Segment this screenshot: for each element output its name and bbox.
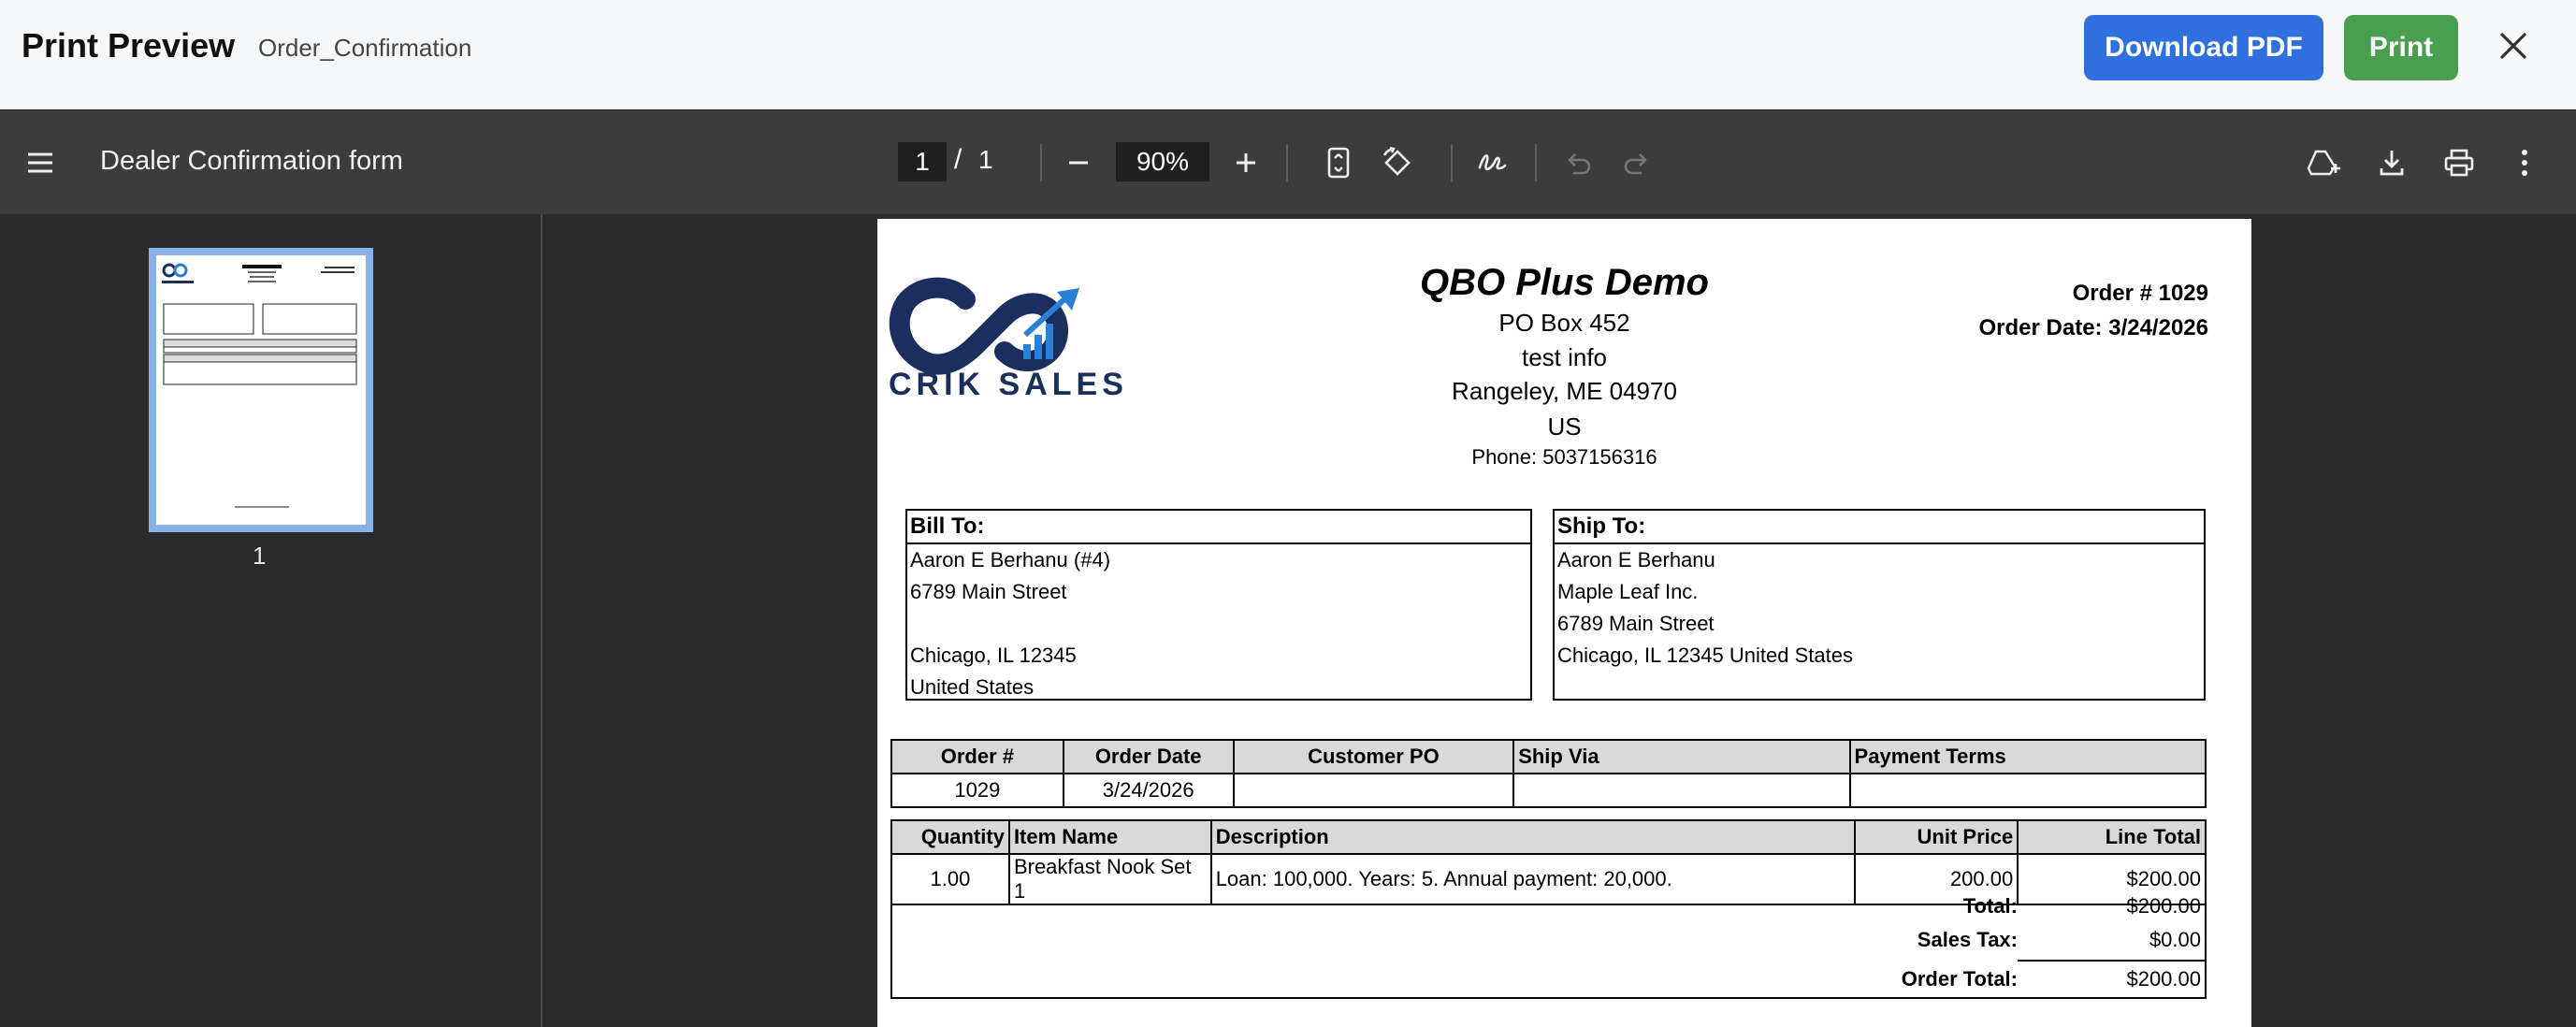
zoom-input[interactable]: 90%	[1116, 142, 1209, 181]
table-cell: 3/24/2026	[1062, 773, 1235, 808]
thumbnail-sidebar: 1	[0, 214, 543, 1027]
toolbar-divider	[1451, 144, 1453, 181]
print-button[interactable]: Print	[2344, 15, 2458, 80]
sales-tax-value: $0.00	[2149, 928, 2201, 951]
undo-icon[interactable]	[1556, 140, 1600, 185]
print-icon[interactable]	[2437, 140, 2482, 185]
total-divider	[2018, 960, 2205, 962]
table-row: 1029 3/24/2026	[890, 773, 2207, 808]
table-header: Unit Price	[1854, 819, 2019, 855]
ship-to-heading: Ship To:	[1555, 511, 2204, 544]
table-header: Order #	[890, 739, 1064, 774]
table-cell	[1512, 773, 1851, 808]
table-header: Quantity	[890, 819, 1010, 855]
table-header: Item Name	[1007, 819, 1212, 855]
ship-to-line: Maple Leaf Inc.	[1557, 580, 1699, 603]
save-to-drive-icon[interactable]	[2302, 140, 2347, 185]
page-separator: /	[954, 144, 962, 175]
table-header: Line Total	[2017, 819, 2207, 855]
page-thumbnail[interactable]	[149, 248, 373, 532]
ship-to-box: Ship To: Aaron E Berhanu Maple Leaf Inc.…	[1553, 509, 2206, 701]
toolbar-divider	[1535, 144, 1537, 181]
table-cell: 1029	[890, 773, 1064, 808]
bill-to-line: United States	[910, 675, 1035, 699]
toolbar-divider	[1040, 144, 1042, 181]
totals-section: Total: $200.00 Sales Tax: $0.00 Order To…	[890, 885, 2207, 999]
pdf-viewer-toolbar: Dealer Confirmation form 1 / 1 90%	[0, 110, 2576, 214]
bill-to-heading: Bill To:	[907, 511, 1530, 544]
menu-icon[interactable]	[18, 140, 63, 185]
table-header: Payment Terms	[1848, 739, 2207, 774]
order-info-table: Order # Order Date Customer PO Ship Via …	[890, 739, 2207, 808]
bill-to-line: 6789 Main Street	[910, 580, 1067, 603]
table-cell	[1232, 773, 1515, 808]
zoom-out-icon[interactable]	[1056, 140, 1101, 185]
order-number: Order # 1029	[2072, 281, 2208, 306]
company-phone: Phone: 5037156316	[1471, 445, 1657, 469]
redo-icon[interactable]	[1614, 140, 1659, 185]
ship-to-line: Aaron E Berhanu	[1557, 548, 1715, 571]
table-cell	[1848, 773, 2207, 808]
annotate-icon[interactable]	[1470, 140, 1515, 185]
app-title: Print Preview	[22, 26, 236, 65]
download-pdf-button[interactable]: Download PDF	[2084, 15, 2323, 80]
order-total-value: $200.00	[2126, 967, 2201, 991]
company-address-line: US	[1547, 412, 1582, 441]
thumbnail-miniature	[162, 263, 357, 508]
fit-page-icon[interactable]	[1316, 140, 1361, 185]
sales-tax-label: Sales Tax:	[1917, 928, 2018, 951]
pdf-page: CRIK SALES QBO Plus Demo PO Box 452 test…	[877, 219, 2251, 1027]
order-date: Order Date: 3/24/2026	[1978, 315, 2208, 340]
company-name: QBO Plus Demo	[1420, 262, 1709, 303]
bill-to-line: Aaron E Berhanu (#4)	[910, 548, 1111, 571]
bill-to-box: Bill To: Aaron E Berhanu (#4) 6789 Main …	[905, 509, 1532, 701]
total-value: $200.00	[2126, 894, 2201, 918]
close-icon[interactable]	[2492, 24, 2535, 67]
thumbnail-page-number: 1	[253, 542, 267, 570]
total-pages: 1	[978, 145, 993, 174]
total-label: Total:	[1962, 894, 2018, 918]
company-address-line: test info	[1521, 343, 1608, 371]
more-options-icon[interactable]	[2502, 140, 2547, 185]
print-preview-header: Print Preview Order_Confirmation Downloa…	[0, 0, 2576, 109]
page-number-input[interactable]: 1	[898, 142, 947, 181]
viewer-document-title: Dealer Confirmation form	[100, 146, 403, 176]
table-header: Description	[1209, 819, 1857, 855]
toolbar-divider	[1286, 144, 1288, 181]
ship-to-line: Chicago, IL 12345 United States	[1557, 644, 1853, 667]
table-header: Ship Via	[1512, 739, 1851, 774]
zoom-in-icon[interactable]	[1223, 140, 1268, 185]
company-address-line: Rangeley, ME 04970	[1452, 377, 1677, 405]
download-icon[interactable]	[2369, 140, 2414, 185]
bill-to-line: Chicago, IL 12345	[910, 644, 1077, 667]
ship-to-line: 6789 Main Street	[1557, 612, 1715, 635]
thumbnail-preview	[156, 255, 366, 525]
document-name: Order_Confirmation	[258, 34, 472, 62]
table-header: Customer PO	[1232, 739, 1515, 774]
order-total-label: Order Total:	[1901, 967, 2018, 991]
rotate-icon[interactable]	[1375, 140, 1420, 185]
table-header: Order Date	[1062, 739, 1235, 774]
bill-to-line	[907, 608, 1530, 640]
